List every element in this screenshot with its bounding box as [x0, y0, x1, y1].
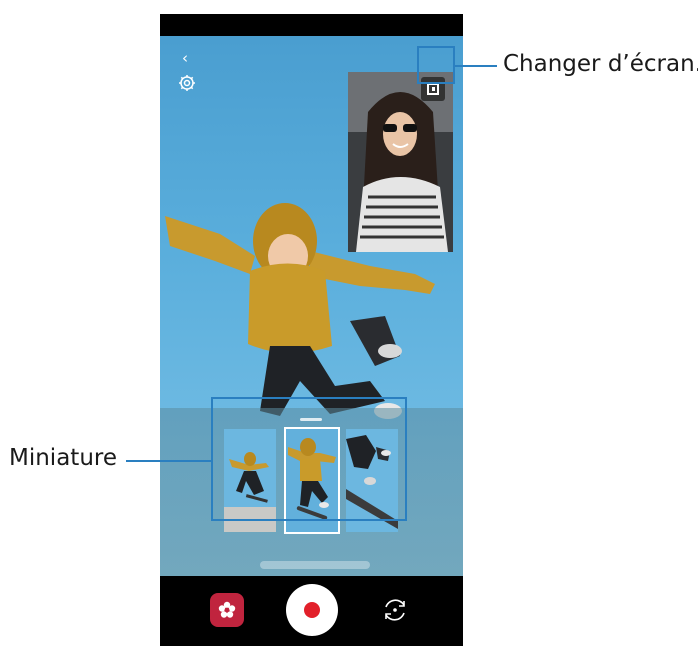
thumbnail-callout-line — [126, 460, 211, 462]
swap-screen-callout-box — [417, 46, 455, 84]
record-button[interactable] — [286, 584, 338, 636]
strip-hint-text — [260, 561, 370, 569]
flip-camera-icon[interactable] — [378, 593, 412, 627]
thumbnail-callout-label: Miniature — [9, 445, 117, 471]
flower-effects-icon[interactable] — [210, 593, 244, 627]
swap-screen-callout-label: Changer d’écran. — [503, 51, 698, 77]
status-bar — [160, 14, 463, 36]
camera-controls-bar — [160, 576, 463, 646]
back-arrow-icon[interactable]: ‹ — [174, 48, 196, 68]
gear-icon[interactable] — [178, 74, 196, 92]
record-icon — [304, 602, 320, 618]
thumbnail-callout-box — [211, 397, 407, 521]
phone-screen: ‹ — [160, 14, 463, 646]
swap-screen-callout-line — [455, 65, 497, 67]
front-camera-preview[interactable] — [348, 72, 453, 252]
